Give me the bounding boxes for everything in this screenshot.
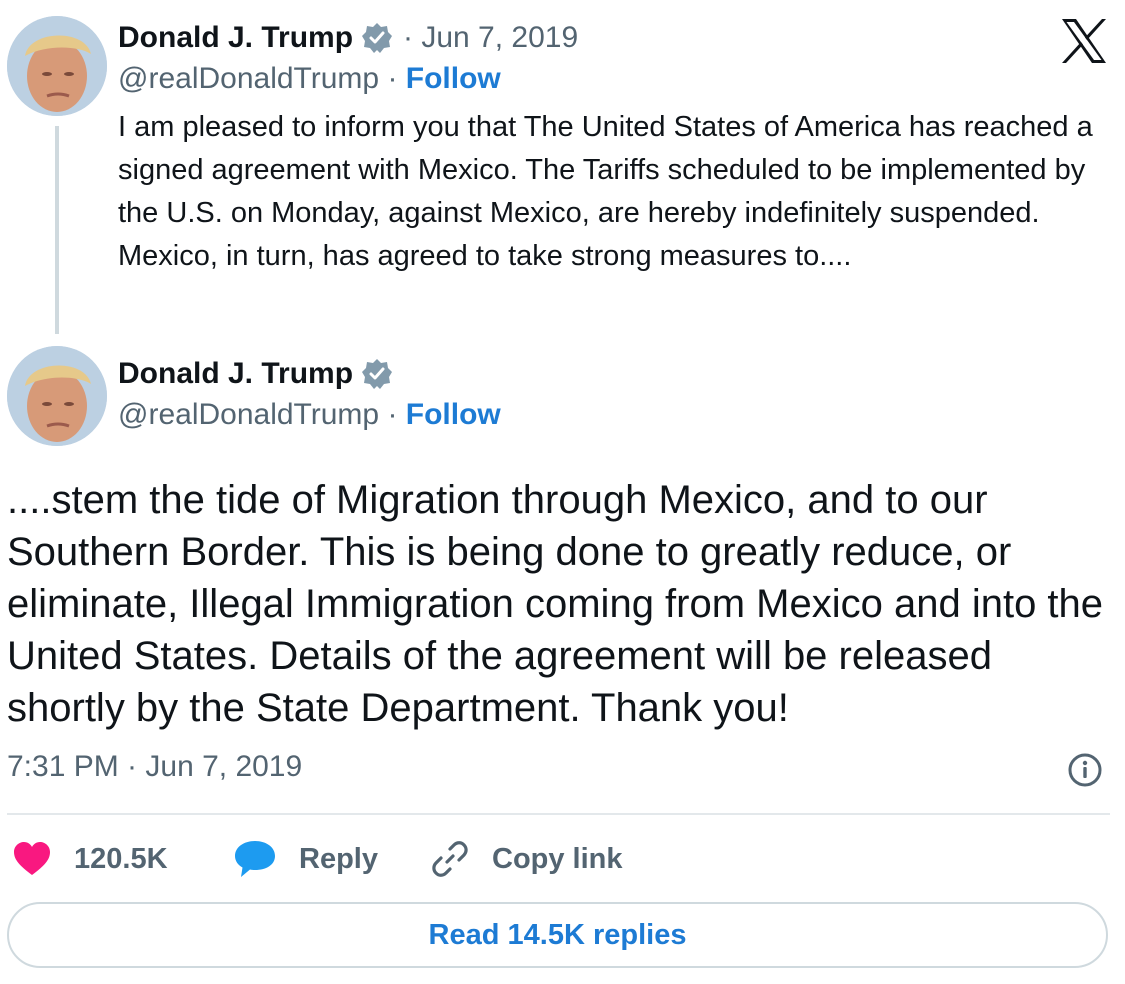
- read-replies-button[interactable]: Read 14.5K replies: [7, 902, 1108, 968]
- author-handle[interactable]: @realDonaldTrump: [118, 398, 379, 431]
- copy-link-button[interactable]: Copy link: [430, 838, 623, 880]
- tweet2-handle-line: @realDonaldTrump · Follow: [118, 398, 501, 432]
- copy-link-label: Copy link: [492, 842, 623, 875]
- reply-button[interactable]: Reply: [233, 838, 378, 880]
- x-logo-icon[interactable]: [1060, 18, 1108, 64]
- heart-icon: [12, 841, 52, 877]
- separator-dot: ·: [379, 62, 406, 95]
- link-icon: [430, 839, 470, 879]
- like-count: 120.5K: [74, 842, 168, 875]
- tweet-timestamp[interactable]: 7:31 PM · Jun 7, 2019: [7, 750, 302, 784]
- divider: [7, 813, 1110, 815]
- tweet-date[interactable]: · Jun 7, 2019: [403, 21, 578, 55]
- author-handle[interactable]: @realDonaldTrump: [118, 62, 379, 95]
- info-icon[interactable]: [1067, 752, 1103, 788]
- avatar[interactable]: [7, 346, 107, 446]
- avatar[interactable]: [7, 16, 107, 116]
- follow-button[interactable]: Follow: [406, 398, 501, 431]
- tweet1-header: Donald J. Trump · Jun 7, 2019: [118, 18, 578, 58]
- author-name[interactable]: Donald J. Trump: [118, 357, 353, 391]
- avatar-image: [7, 346, 107, 446]
- follow-button[interactable]: Follow: [406, 62, 501, 95]
- speech-bubble-icon: [233, 839, 277, 879]
- like-button[interactable]: 120.5K: [12, 838, 168, 880]
- verified-badge-icon: [361, 22, 393, 54]
- separator-dot: ·: [379, 398, 406, 431]
- tweet2-header: Donald J. Trump: [118, 354, 393, 394]
- avatar-image: [7, 16, 107, 116]
- tweet1-handle-line: @realDonaldTrump · Follow: [118, 62, 501, 96]
- read-replies-label: Read 14.5K replies: [428, 918, 687, 951]
- verified-badge-icon: [361, 358, 393, 390]
- author-name[interactable]: Donald J. Trump: [118, 21, 353, 55]
- thread-connector-line: [55, 126, 59, 334]
- tweet1-text: I am pleased to inform you that The Unit…: [118, 111, 1093, 272]
- reply-label: Reply: [299, 842, 378, 875]
- tweet2-text: ....stem the tide of Migration through M…: [7, 478, 1104, 730]
